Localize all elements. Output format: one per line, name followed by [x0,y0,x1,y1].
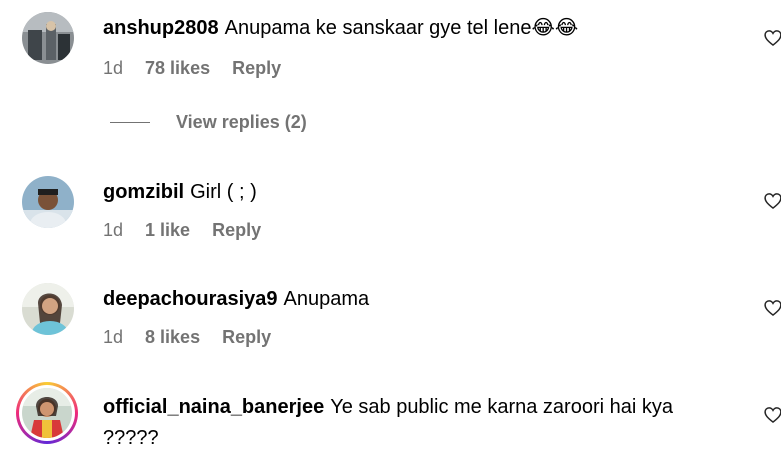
like-count[interactable]: 8 likes [145,327,200,348]
comment-username[interactable]: gomzibil [103,181,184,203]
avatar[interactable] [22,12,74,64]
comment-username[interactable]: anshup2808 [103,17,219,39]
reply-button[interactable]: Reply [222,327,271,348]
heart-outline-icon[interactable] [763,28,781,48]
comment-time: 1d [103,327,124,347]
view-replies-label: View replies (2) [176,112,307,132]
comment-meta: 1d 78 likes Reply [103,58,281,79]
comment-text-line: gomzibil Girl ( ; ) [103,177,733,207]
comment-time: 1d [103,220,124,240]
heart-outline-icon[interactable] [763,298,781,318]
like-count[interactable]: 78 likes [145,58,210,79]
comment-meta: 1d 8 likes Reply [103,327,271,348]
reply-button[interactable]: Reply [232,58,281,79]
divider-line [110,122,150,123]
view-replies-button[interactable]: View replies (2) [110,112,307,133]
comment-text-line: deepachourasiya9 Anupama [103,284,733,314]
comment-meta: 1d 1 like Reply [103,220,261,241]
heart-outline-icon[interactable] [763,405,781,425]
avatar [22,388,72,438]
comment-text-line: official_naina_banerjee Ye sab public me … [103,392,733,454]
like-count[interactable]: 1 like [145,220,190,241]
comment-text: Anupama [283,288,370,310]
comment-username[interactable]: official_naina_banerjee [103,396,324,418]
heart-outline-icon[interactable] [763,191,781,211]
reply-button[interactable]: Reply [212,220,261,241]
comment-username[interactable]: deepachourasiya9 [103,288,278,310]
story-ring-gap [19,385,75,441]
comment-text-line: anshup2808 Anupama ke sanskaar gye tel le… [103,13,733,43]
story-ring[interactable] [16,382,78,444]
avatar[interactable] [22,283,74,335]
comment-text: Girl ( ; ) [190,181,257,203]
avatar[interactable] [22,176,74,228]
comment-text: Anupama ke sanskaar gye tel lene😂😂 [224,17,579,39]
comment-time: 1d [103,58,124,78]
